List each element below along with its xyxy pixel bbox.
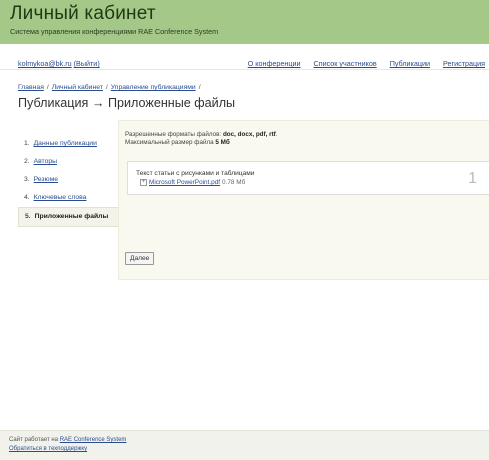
site-title: Личный кабинет <box>10 3 156 24</box>
max-size-value: 5 Мб <box>215 139 230 146</box>
footer-powered-label: Сайт работает на <box>9 437 59 443</box>
step-number: 1. <box>24 140 30 147</box>
breadcrumb-separator: / <box>105 84 108 91</box>
expand-toggle-icon[interactable]: + <box>140 179 147 186</box>
step-item-keywords: 4. Ключевые слова <box>18 189 118 207</box>
top-navigation: kolmykoa@bk.ru (Выйти) О конференции Спи… <box>0 56 489 70</box>
footer-support: Обратиться в техподдержку <box>9 446 87 452</box>
breadcrumb-separator: / <box>198 84 201 91</box>
site-subtitle: Система управления конференциями RAE Con… <box>10 27 219 36</box>
nav-links: О конференции Список участников Публикац… <box>248 59 485 68</box>
step-number: 4. <box>24 194 30 201</box>
user-email-link[interactable]: kolmykoa@bk.ru <box>18 59 72 68</box>
steps-menu: 1. Данные публикации 2. Авторы 3. Резюме… <box>18 135 118 227</box>
step-number: 2. <box>24 158 30 165</box>
attached-file-box: Текст статьи с рисунками и таблицами + M… <box>127 161 489 195</box>
step-link-abstract[interactable]: Резюме <box>34 176 58 183</box>
step-label-attached-files: Приложенные файлы <box>34 213 109 220</box>
file-slot-number: 1 <box>468 170 477 187</box>
footer-system-link[interactable]: RAE Conference System <box>60 437 127 443</box>
max-size-line: Максимальный размер файла 5 Мб <box>125 139 278 147</box>
nav-link-participants[interactable]: Список участников <box>314 59 377 68</box>
next-button[interactable]: Далее <box>125 252 155 265</box>
step-link-publication-data[interactable]: Данные публикации <box>34 140 97 147</box>
user-info: kolmykoa@bk.ru (Выйти) <box>18 59 100 68</box>
nav-link-publications[interactable]: Публикации <box>390 59 430 68</box>
max-size-label: Максимальный размер файла <box>125 139 214 146</box>
breadcrumb: Главная / Личный кабинет / Управление публик… <box>18 84 204 91</box>
step-item-publication-data: 1. Данные публикации <box>18 135 118 153</box>
step-link-authors[interactable]: Авторы <box>34 158 57 165</box>
footer-support-link[interactable]: Обратиться в техподдержку <box>9 446 87 452</box>
step-number: 3. <box>24 176 30 183</box>
files-panel: Разрешенные форматы файлов: doc, docx, p… <box>118 120 489 280</box>
step-item-abstract: 3. Резюме <box>18 171 118 189</box>
attached-file: + Microsoft PowerPoint.pdf 0.78 Мб <box>140 179 245 186</box>
file-format-info: Разрешенные форматы файлов: doc, docx, p… <box>125 131 278 147</box>
file-download-link[interactable]: Microsoft PowerPoint.pdf <box>149 179 220 186</box>
site-header: Личный кабинет Система управления конфер… <box>0 0 489 44</box>
file-box-label: Текст статьи с рисунками и таблицами <box>136 170 255 177</box>
step-item-attached-files: 5. Приложенные файлы <box>18 207 118 227</box>
logout-link[interactable]: (Выйти) <box>74 59 100 68</box>
footer-powered: Сайт работает на RAE Conference System <box>9 437 126 443</box>
breadcrumb-separator: / <box>46 84 49 91</box>
breadcrumb-home[interactable]: Главная <box>18 84 44 91</box>
step-number: 5. <box>25 213 31 220</box>
nav-link-registration[interactable]: Регистрация <box>443 59 485 68</box>
allowed-formats-value: doc, docx, pdf, rtf <box>222 131 276 138</box>
step-item-authors: 2. Авторы <box>18 153 118 171</box>
site-footer: Сайт работает на RAE Conference System О… <box>0 430 489 460</box>
nav-link-about[interactable]: О конференции <box>248 59 301 68</box>
breadcrumb-cabinet[interactable]: Личный кабинет <box>52 84 103 91</box>
file-size: 0.78 Мб <box>222 179 246 186</box>
breadcrumb-publications[interactable]: Управление публикациями <box>111 84 196 91</box>
page-title: Публикация → Приложенные файлы <box>18 96 236 110</box>
allowed-formats-label: Разрешенные форматы файлов: <box>125 131 222 138</box>
step-link-keywords[interactable]: Ключевые слова <box>34 194 87 201</box>
allowed-formats-line: Разрешенные форматы файлов: doc, docx, p… <box>125 131 278 138</box>
